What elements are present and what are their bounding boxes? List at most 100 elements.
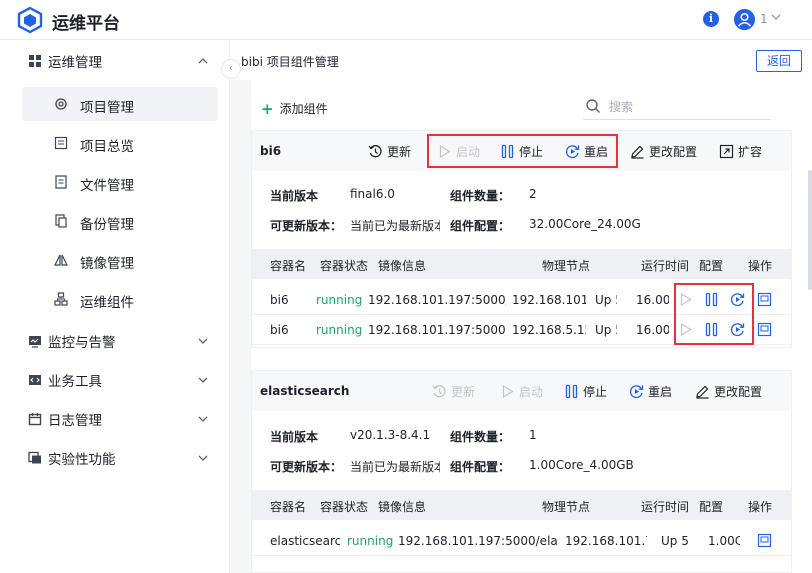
sidebar-item-image-management[interactable]: 镜像管理 xyxy=(22,243,218,277)
app-title: 运维平台 xyxy=(52,14,120,34)
modify-config-button[interactable]: 更改配置 xyxy=(630,143,697,160)
sidebar-item-label: 备份管理 xyxy=(80,217,134,233)
sidebar-item-label: 项目管理 xyxy=(80,100,134,116)
user-avatar-icon[interactable] xyxy=(734,9,755,30)
col-ops: 操作 xyxy=(748,259,773,273)
current-version-value: final6.0 xyxy=(350,187,395,201)
calendar-icon xyxy=(28,413,42,426)
chevron-down-icon[interactable] xyxy=(197,413,209,425)
scrollbar[interactable] xyxy=(808,170,812,290)
add-component-button[interactable]: + 添加组件 xyxy=(261,100,328,117)
sidebar-group-experimental[interactable]: 实验性功能 xyxy=(28,448,116,468)
cell-node: 192.168.5.12 xyxy=(512,323,586,337)
sidebar-item-project-management[interactable]: 项目管理 xyxy=(22,87,218,121)
play-icon xyxy=(502,384,514,399)
cell-runtime: Up 5 days xyxy=(595,293,617,307)
sidebar-collapse-button[interactable]: ‹ xyxy=(221,59,241,79)
update-button[interactable]: 更新 xyxy=(368,143,411,160)
sidebar-item-backup-management[interactable]: 备份管理 xyxy=(22,204,218,238)
col-node: 物理节点 xyxy=(542,259,591,273)
sidebar-item-label: 文件管理 xyxy=(80,178,134,194)
overview-icon xyxy=(54,136,68,150)
sidebar-item-project-overview[interactable]: 项目总览 xyxy=(22,126,218,160)
col-config: 配置 xyxy=(699,259,724,273)
sidebar-item-ops-components[interactable]: 运维组件 xyxy=(22,282,218,316)
grid-icon xyxy=(29,55,41,67)
gear-icon xyxy=(55,98,67,110)
add-component-label: 添加组件 xyxy=(279,102,328,116)
chevron-up-icon[interactable] xyxy=(197,55,209,67)
component-count-label: 组件数量： xyxy=(450,189,511,203)
col-runtime: 运行时间 xyxy=(641,259,690,273)
scale-button[interactable]: 扩容 xyxy=(719,143,762,160)
start-label: 启动 xyxy=(519,385,544,399)
col-container: 容器名 xyxy=(270,500,307,514)
user-name[interactable]: 1 xyxy=(760,12,768,26)
chevron-down-icon[interactable] xyxy=(197,374,209,386)
col-container: 容器名 xyxy=(270,259,307,273)
cell-container: elasticsearch xyxy=(270,534,340,548)
table-row: elasticsearch running 192.168.101.197:50… xyxy=(252,526,791,556)
cell-image: 192.168.101.197:5000/bi6 xyxy=(368,323,506,337)
update-label: 更新 xyxy=(387,145,412,159)
sidebar-group-log-management[interactable]: 日志管理 xyxy=(28,409,102,429)
search-box[interactable] xyxy=(583,94,771,120)
highlight-action-group xyxy=(427,134,618,168)
restart-label: 重启 xyxy=(648,385,673,399)
stop-label: 停止 xyxy=(583,385,608,399)
sidebar-item-label: 镜像管理 xyxy=(80,256,134,272)
sidebar-group-ops-management[interactable]: 运维管理 xyxy=(28,51,102,71)
col-node: 物理节点 xyxy=(542,500,591,514)
edit-icon xyxy=(631,145,644,159)
upgradable-version-value: 当前已为最新版本 xyxy=(350,460,440,474)
flask-icon xyxy=(28,451,41,464)
upgradable-version-value: 当前已为最新版本 xyxy=(350,219,440,233)
backup-icon xyxy=(55,214,67,228)
cell-node: 192.168.101.79 xyxy=(565,534,647,548)
upgradable-version-label: 可更新版本： xyxy=(270,460,343,474)
sidebar-item-file-management[interactable]: 文件管理 xyxy=(22,165,218,199)
chevron-down-icon[interactable] xyxy=(197,452,209,464)
page-header: bibi 项目组件管理 返回 xyxy=(231,40,812,80)
update-icon xyxy=(432,385,446,398)
cell-runtime: Up 5 days xyxy=(595,323,617,337)
table-header: 容器名 容器状态 镜像信息 物理节点 运行时间 配置 操作 xyxy=(252,490,791,520)
restart-icon xyxy=(629,385,644,399)
cell-status: running xyxy=(316,293,363,307)
console-icon[interactable] xyxy=(757,533,772,548)
current-version-value: v20.1.3-8.4.1 xyxy=(350,428,431,442)
modify-config-label: 更改配置 xyxy=(714,385,763,399)
chevron-down-icon[interactable] xyxy=(197,335,209,347)
user-menu-chevron-icon[interactable] xyxy=(770,11,782,23)
restart-button[interactable]: 重启 xyxy=(629,383,672,400)
col-config: 配置 xyxy=(699,500,724,514)
start-button[interactable]: 启动 xyxy=(500,383,543,400)
content-panel: + 添加组件 bi6 更新 启动 xyxy=(251,80,812,573)
monitor-icon xyxy=(29,336,41,348)
sidebar-group-label: 实验性功能 xyxy=(48,452,116,468)
console-icon[interactable] xyxy=(757,322,772,337)
component-card-elasticsearch: elasticsearch 更新 启动 停止 重启 更改配置 当前版本 v20.… xyxy=(251,370,792,573)
back-button[interactable]: 返回 xyxy=(756,50,802,72)
table-header: 容器名 容器状态 镜像信息 物理节点 运行时间 配置 操作 xyxy=(252,249,791,279)
component-count-value: 2 xyxy=(529,187,537,201)
sidebar-group-label: 业务工具 xyxy=(48,374,102,390)
search-input[interactable] xyxy=(609,98,759,116)
col-ops: 操作 xyxy=(748,500,773,514)
console-icon[interactable] xyxy=(757,292,772,307)
modify-config-button[interactable]: 更改配置 xyxy=(695,383,762,400)
sidebar-group-business-tools[interactable]: 业务工具 xyxy=(28,370,102,390)
component-name: elasticsearch xyxy=(260,384,350,398)
sidebar-group-monitoring[interactable]: 监控与告警 xyxy=(28,331,116,351)
info-icon[interactable]: i xyxy=(703,11,719,27)
cell-status: running xyxy=(347,534,394,548)
current-version-label: 当前版本 xyxy=(270,430,319,444)
search-icon xyxy=(586,99,600,113)
cell-config: 1.00Core_4.00GB xyxy=(708,534,740,548)
update-icon xyxy=(368,145,382,158)
sidebar: 运维管理 项目管理 项目总览 文件管理 备份管理 镜像管理 运维组件 监控与告警… xyxy=(0,40,230,573)
update-button[interactable]: 更新 xyxy=(432,383,475,400)
pause-icon xyxy=(565,384,578,399)
stop-button[interactable]: 停止 xyxy=(564,383,607,400)
update-label: 更新 xyxy=(451,385,476,399)
